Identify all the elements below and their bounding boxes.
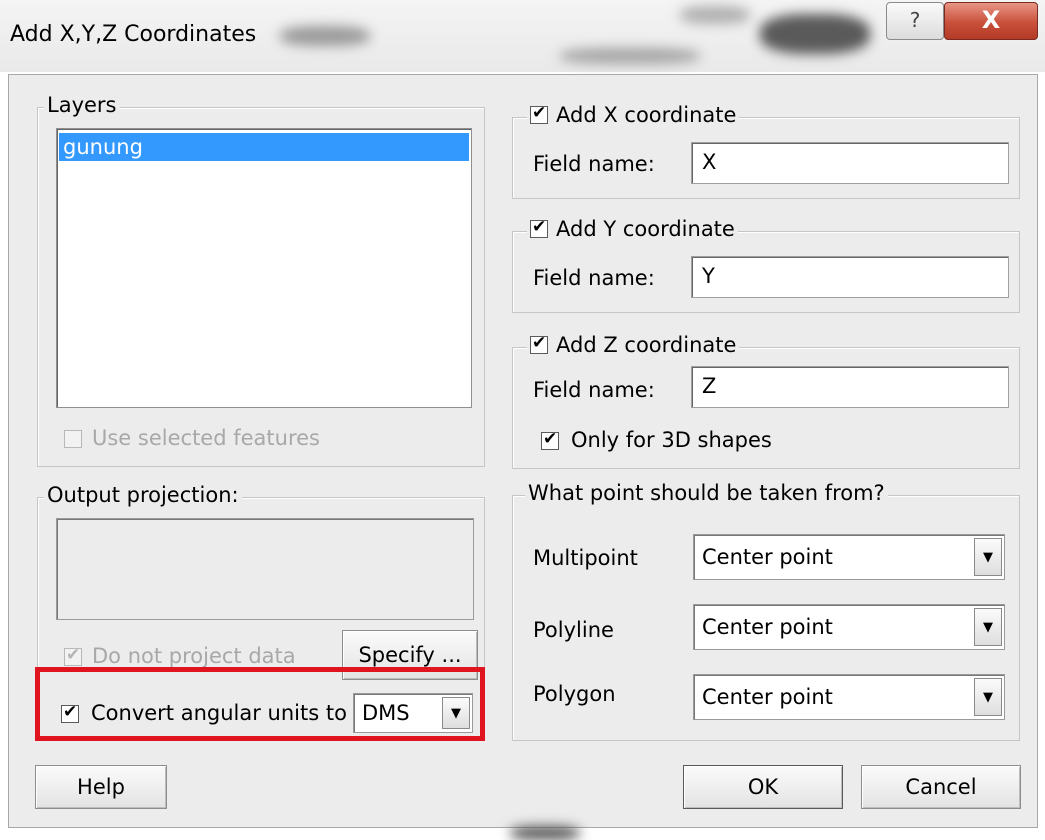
window-title: Add X,Y,Z Coordinates: [10, 22, 257, 47]
layer-item-gunung[interactable]: gunung: [59, 133, 469, 161]
z-coord-legend: Add Z coordinate: [527, 333, 740, 357]
close-icon[interactable]: X: [944, 2, 1038, 40]
chevron-down-icon[interactable]: ▼: [974, 538, 1002, 576]
multipoint-label: Multipoint: [533, 546, 638, 570]
do-not-project-checkbox[interactable]: [64, 645, 82, 666]
polyline-value: Center point: [702, 615, 833, 639]
convert-angular-checkbox[interactable]: [61, 702, 79, 723]
x-field-input[interactable]: X: [691, 142, 1009, 184]
add-y-checkbox[interactable]: [530, 217, 548, 238]
background-blur: [560, 48, 700, 64]
angular-unit-value: DMS: [362, 701, 410, 725]
point-source-legend: What point should be taken from?: [525, 481, 888, 505]
angular-unit-select[interactable]: DMS ▼: [353, 693, 473, 733]
chevron-down-icon[interactable]: ▼: [974, 678, 1002, 716]
cancel-button[interactable]: Cancel: [861, 765, 1021, 809]
use-selected-label: Use selected features: [92, 426, 320, 450]
add-z-checkbox[interactable]: [530, 333, 548, 354]
x-field-label: Field name:: [533, 152, 655, 176]
x-coord-group: Add X coordinate Field name: X: [512, 103, 1020, 199]
polygon-value: Center point: [702, 685, 833, 709]
add-x-label: Add X coordinate: [556, 103, 737, 127]
output-projection-legend: Output projection:: [44, 483, 242, 507]
y-field-label: Field name:: [533, 266, 655, 290]
projection-display: [56, 518, 474, 620]
dialog-body: Layers gunung Use selected features Add …: [8, 74, 1038, 828]
title-bar: Add X,Y,Z Coordinates ? X: [0, 0, 1045, 72]
polyline-label: Polyline: [533, 618, 614, 642]
help-button[interactable]: Help: [35, 765, 167, 809]
chevron-down-icon[interactable]: ▼: [442, 697, 470, 729]
add-y-label: Add Y coordinate: [556, 217, 735, 241]
use-selected-checkbox[interactable]: [64, 430, 82, 448]
layers-legend: Layers: [44, 93, 120, 117]
y-field-input[interactable]: Y: [691, 256, 1009, 298]
add-x-checkbox[interactable]: [530, 103, 548, 124]
z-field-input[interactable]: Z: [691, 366, 1009, 408]
chevron-down-icon[interactable]: ▼: [974, 608, 1002, 646]
add-z-label: Add Z coordinate: [556, 333, 737, 357]
background-blur: [280, 26, 370, 46]
ok-button[interactable]: OK: [683, 765, 843, 809]
layer-item-label: gunung: [63, 135, 143, 159]
background-blur: [510, 826, 580, 840]
background-blur: [760, 14, 870, 54]
point-source-group: What point should be taken from? Multipo…: [512, 481, 1020, 741]
polygon-select[interactable]: Center point ▼: [693, 674, 1005, 720]
polygon-label: Polygon: [533, 682, 616, 706]
background-blur: [680, 6, 750, 24]
y-coord-legend: Add Y coordinate: [527, 217, 738, 241]
convert-angular-label: Convert angular units to: [91, 701, 347, 725]
layers-list[interactable]: gunung: [56, 128, 472, 408]
z-field-label: Field name:: [533, 378, 655, 402]
do-not-project-label: Do not project data: [92, 644, 296, 668]
z-coord-group: Add Z coordinate Field name: Z Only for …: [512, 333, 1020, 469]
multipoint-value: Center point: [702, 545, 833, 569]
only-3d-label: Only for 3D shapes: [571, 428, 772, 452]
y-coord-group: Add Y coordinate Field name: Y: [512, 217, 1020, 313]
help-icon[interactable]: ?: [886, 2, 944, 40]
layers-group: Layers gunung Use selected features: [37, 93, 485, 467]
multipoint-select[interactable]: Center point ▼: [693, 534, 1005, 580]
x-coord-legend: Add X coordinate: [527, 103, 740, 127]
polyline-select[interactable]: Center point ▼: [693, 604, 1005, 650]
only-3d-checkbox[interactable]: [541, 429, 559, 450]
